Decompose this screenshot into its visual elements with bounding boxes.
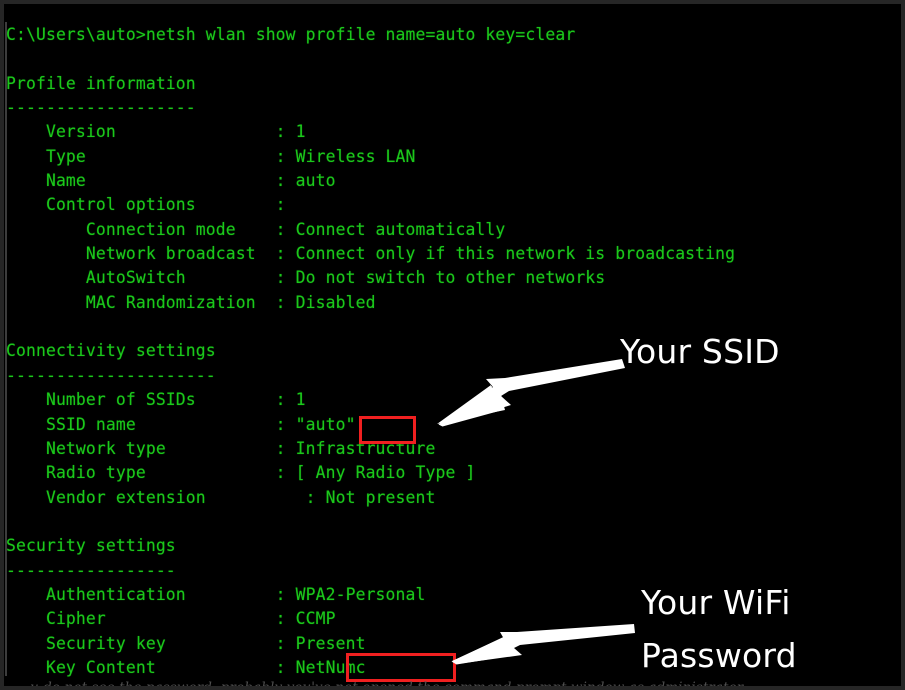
password-annotation-line2: Password <box>641 636 797 675</box>
screenshot-root: C:\Users\auto>netsh wlan show profile na… <box>0 0 905 690</box>
password-annotation-label: Your WiFi Password <box>641 576 797 682</box>
key-content-highlight-box <box>346 653 456 682</box>
bottom-caption-text: u do not see the password, probably you'… <box>30 680 746 686</box>
password-annotation-line1: Your WiFi <box>641 583 791 622</box>
ssid-value-highlight-box <box>359 416 416 444</box>
ssid-annotation-label: Your SSID <box>620 332 780 371</box>
command-prompt-window[interactable]: C:\Users\auto>netsh wlan show profile na… <box>4 4 901 686</box>
